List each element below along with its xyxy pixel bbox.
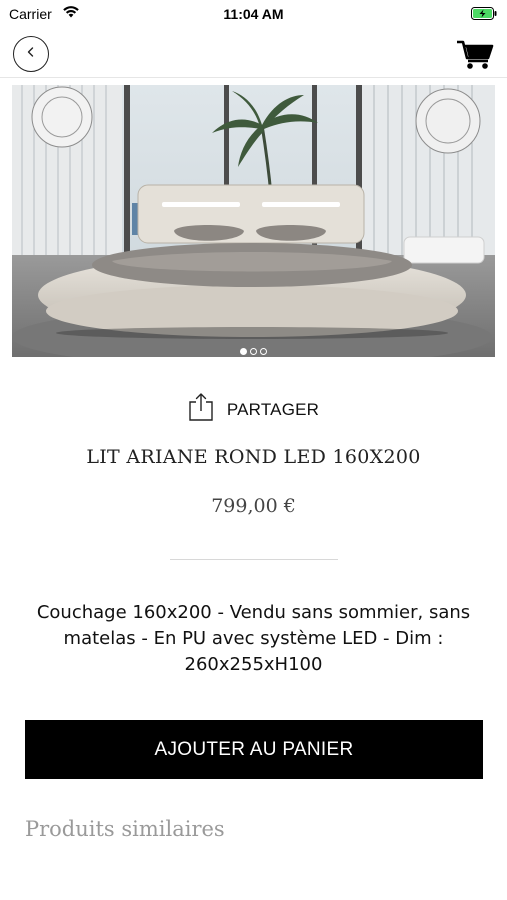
carousel-dot-1[interactable] (240, 348, 247, 355)
carousel-dot-3[interactable] (260, 348, 267, 355)
back-button[interactable] (13, 36, 49, 72)
share-label: PARTAGER (226, 399, 320, 419)
bed-photo (12, 85, 495, 357)
nav-bar (0, 28, 507, 78)
add-to-cart-button[interactable]: AJOUTER AU PANIER (25, 720, 483, 779)
product-title: LIT ARIANE ROND LED 160X200 (86, 446, 421, 468)
carousel-pagination (12, 348, 495, 355)
status-bar: Carrier 11:04 AM (0, 0, 507, 28)
share-button[interactable]: PARTAGER (0, 392, 507, 427)
product-price: 799,00 € (211, 495, 296, 517)
chevron-left-icon (24, 45, 38, 64)
product-description: Couchage 160x200 - Vendu sans sommier, s… (36, 602, 471, 675)
carousel-dot-2[interactable] (250, 348, 257, 355)
similar-products-heading: Produits similaires (25, 817, 225, 841)
cart-button[interactable] (455, 38, 495, 70)
divider (170, 559, 338, 560)
battery-charging-icon (471, 7, 497, 25)
status-time: 11:04 AM (223, 6, 284, 22)
share-icon (188, 392, 214, 427)
shopping-cart-icon (455, 40, 495, 74)
product-image-carousel[interactable] (12, 85, 495, 357)
